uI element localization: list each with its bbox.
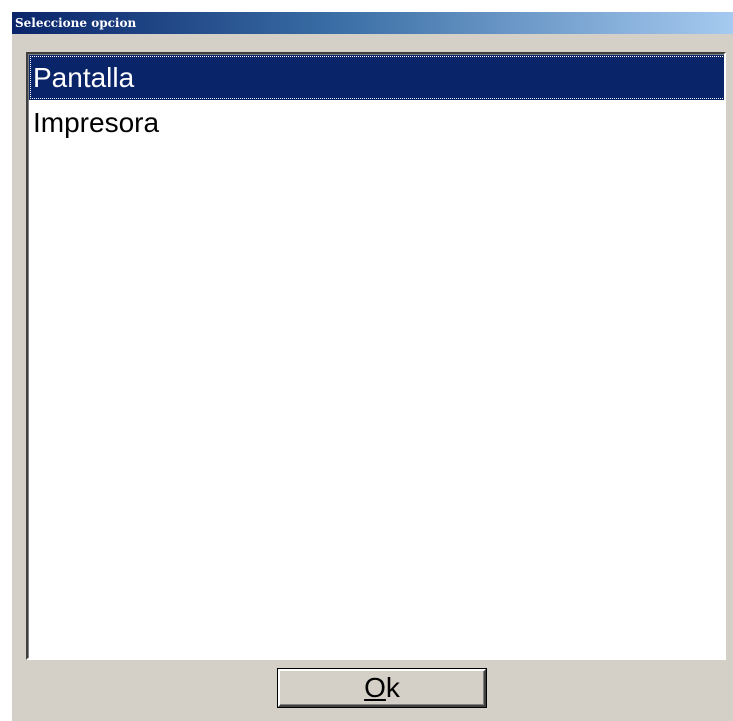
ok-label-rest: k xyxy=(385,672,400,703)
ok-mnemonic-letter: O xyxy=(364,672,386,703)
title-bar[interactable]: Seleccione opcion xyxy=(12,12,733,34)
window-title: Seleccione opcion xyxy=(15,16,137,30)
dialog-body: Pantalla Impresora Ok xyxy=(12,34,733,721)
list-item-pantalla[interactable]: Pantalla xyxy=(29,55,724,100)
list-item-label: Pantalla xyxy=(33,62,135,93)
list-item-impresora[interactable]: Impresora xyxy=(29,100,724,145)
dialog-window: Seleccione opcion Pantalla Impresora Ok xyxy=(0,0,733,721)
list-item-label: Impresora xyxy=(33,107,160,138)
option-listbox[interactable]: Pantalla Impresora xyxy=(26,52,726,660)
ok-button[interactable]: Ok xyxy=(278,669,486,707)
